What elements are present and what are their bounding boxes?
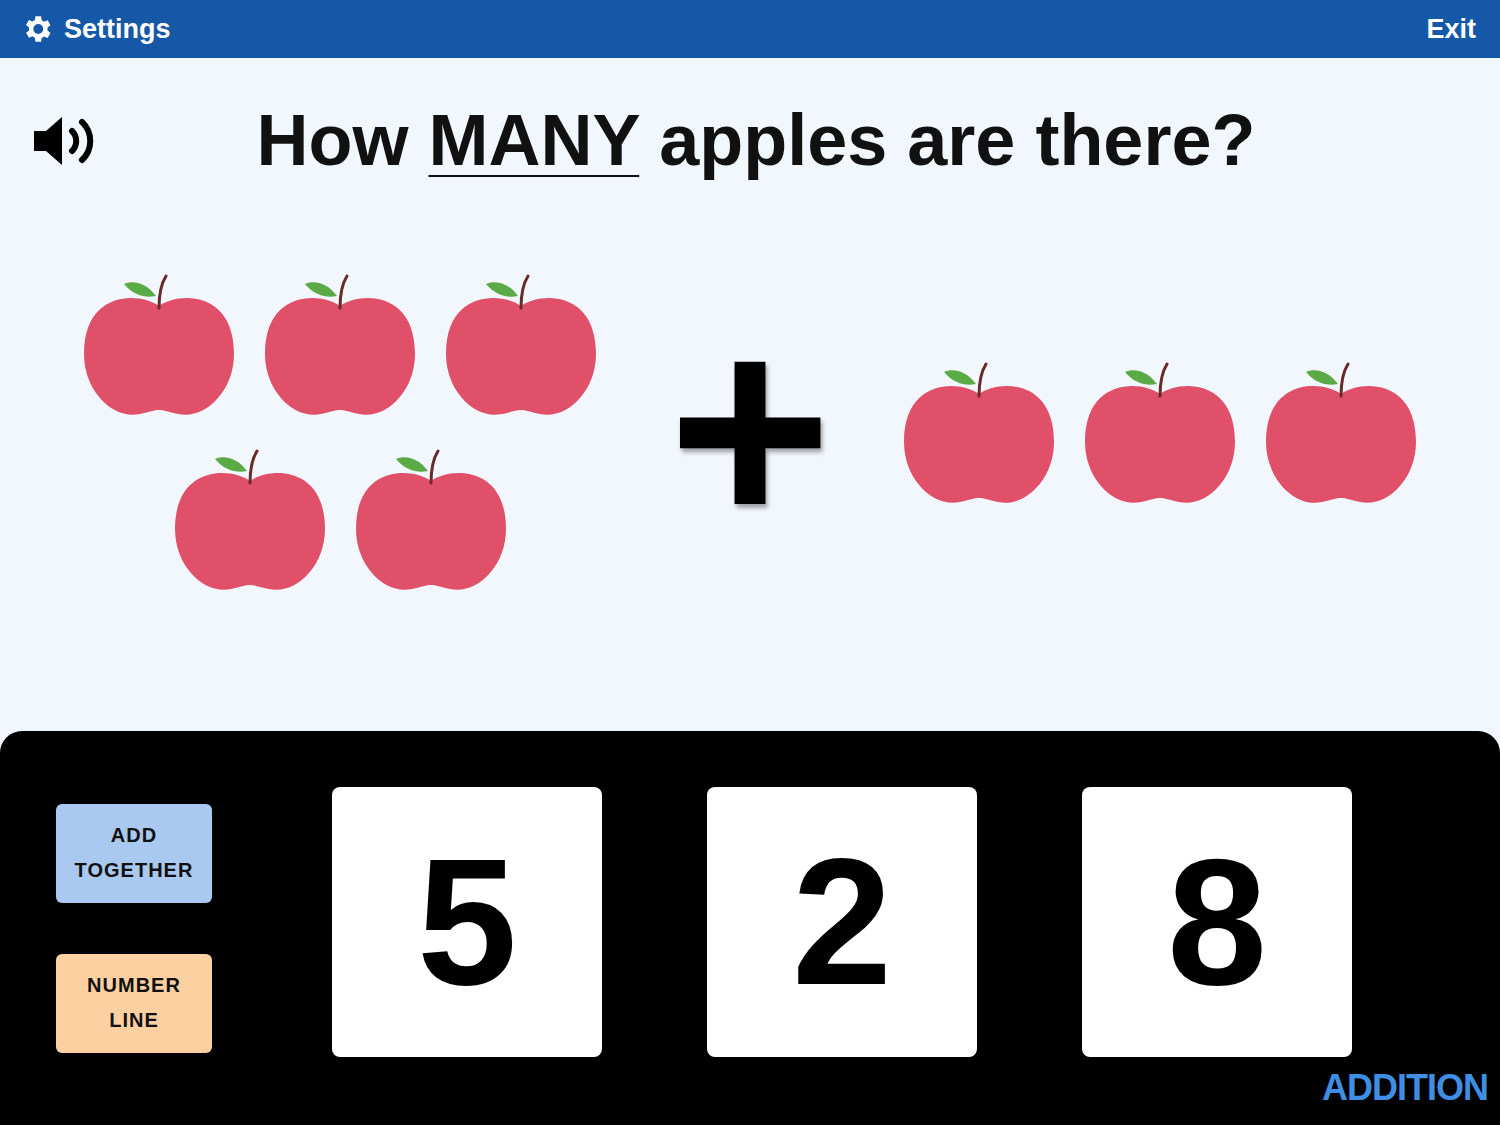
apple-group xyxy=(84,274,596,594)
answer-card[interactable]: 2 xyxy=(707,787,977,1057)
question-emphasis: MANY xyxy=(429,100,640,180)
apple-icon xyxy=(265,274,415,419)
answer-card[interactable]: 8 xyxy=(1082,787,1352,1057)
apple-icon xyxy=(904,362,1054,507)
tool-label: NUMBER LINE xyxy=(68,968,200,1038)
tool-button[interactable]: NUMBER LINE xyxy=(56,954,212,1053)
question-end: apples are there? xyxy=(639,100,1255,180)
question-row: How MANY apples are there? xyxy=(0,86,1500,196)
top-bar: Settings Exit xyxy=(0,0,1500,58)
tool-label: ADD TOGETHER xyxy=(68,818,200,888)
apple-icon xyxy=(356,449,506,594)
apple-icon xyxy=(1085,362,1235,507)
gear-icon xyxy=(20,12,54,46)
apple-group xyxy=(904,362,1416,507)
settings-label: Settings xyxy=(64,9,171,50)
settings-button[interactable]: Settings xyxy=(20,9,171,50)
speaker-icon[interactable] xyxy=(30,111,102,171)
plus-sign: + xyxy=(668,317,832,551)
apple-icon xyxy=(446,274,596,419)
addition-scene: + xyxy=(0,274,1500,594)
question-start: How xyxy=(257,100,429,180)
question-text: How MANY apples are there? xyxy=(102,94,1470,188)
apple-icon xyxy=(1266,362,1416,507)
topic-label: ADDITION xyxy=(1322,1061,1488,1115)
answer-panel: ADD TOGETHER NUMBER LINE 528ADDITION xyxy=(0,731,1500,1125)
tool-buttons: ADD TOGETHER NUMBER LINE xyxy=(56,804,212,1053)
answer-choices: 528 xyxy=(332,787,1352,1069)
apple-icon xyxy=(175,449,325,594)
question-area: How MANY apples are there? + xyxy=(0,58,1500,731)
answer-card[interactable]: 5 xyxy=(332,787,602,1057)
exit-button[interactable]: Exit xyxy=(1426,9,1476,50)
tool-button[interactable]: ADD TOGETHER xyxy=(56,804,212,903)
apple-icon xyxy=(84,274,234,419)
